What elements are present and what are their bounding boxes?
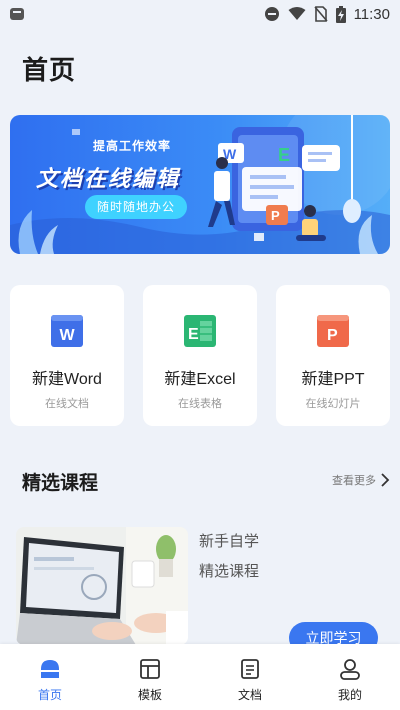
laptop-photo xyxy=(16,527,188,645)
app-notification-icon xyxy=(10,8,24,20)
page-title: 首页 xyxy=(22,56,77,86)
banner-tagline: 随时随地办公 xyxy=(85,195,187,219)
bottom-nav: 首页 模板 文档 我的 xyxy=(0,644,400,710)
svg-text:P: P xyxy=(327,327,338,344)
promo-banner[interactable]: W E P 提高工作效率 文档在线编辑 随时随地办公 xyxy=(10,115,390,254)
do-not-disturb-icon xyxy=(264,7,279,21)
banner-subtitle: 提高工作效率 xyxy=(93,139,172,153)
nav-label: 模板 xyxy=(137,688,162,702)
new-ppt-card[interactable]: P 新建PPT 在线幻灯片 xyxy=(276,285,390,426)
nav-item-home[interactable]: 首页 xyxy=(0,644,100,710)
see-more-label: 查看更多 xyxy=(332,474,376,487)
card-subtitle: 在线文档 xyxy=(45,397,89,410)
card-subtitle: 在线表格 xyxy=(178,397,222,410)
chevron-right-icon xyxy=(381,473,390,487)
nav-item-documents[interactable]: 文档 xyxy=(200,644,300,710)
svg-text:W: W xyxy=(60,327,76,344)
course-title-line2: 精选课程 xyxy=(199,562,260,580)
template-icon xyxy=(140,659,160,679)
nav-item-templates[interactable]: 模板 xyxy=(100,644,200,710)
nav-label: 我的 xyxy=(337,688,362,702)
svg-text:E: E xyxy=(278,145,290,165)
svg-text:E: E xyxy=(188,326,199,343)
wifi-icon xyxy=(288,7,306,20)
ppt-icon: P xyxy=(317,315,349,347)
card-label: 新建Word xyxy=(32,371,102,388)
status-bar: 11:30 xyxy=(0,0,400,28)
nav-label: 文档 xyxy=(237,688,262,702)
nav-label: 首页 xyxy=(37,688,62,702)
card-subtitle: 在线幻灯片 xyxy=(305,397,361,410)
banner-title: 文档在线编辑 xyxy=(36,167,181,192)
word-icon: W xyxy=(51,315,83,347)
svg-text:P: P xyxy=(271,208,280,223)
document-icon xyxy=(241,659,259,679)
card-label: 新建Excel xyxy=(164,371,236,388)
see-more-link[interactable]: 查看更多 xyxy=(332,472,390,488)
new-word-card[interactable]: W 新建Word 在线文档 xyxy=(10,285,124,426)
section-title: 精选课程 xyxy=(22,472,99,494)
new-excel-card[interactable]: E 新建Excel 在线表格 xyxy=(143,285,257,426)
home-icon xyxy=(41,660,59,678)
course-title-line1: 新手自学 xyxy=(199,532,260,550)
course-thumbnail[interactable] xyxy=(16,527,188,645)
card-label: 新建PPT xyxy=(301,371,365,388)
profile-icon xyxy=(340,659,360,680)
excel-icon: E xyxy=(184,315,216,347)
clock: 11:30 xyxy=(353,5,390,23)
no-sim-icon xyxy=(313,6,328,22)
nav-item-profile[interactable]: 我的 xyxy=(300,644,400,710)
battery-charging-icon xyxy=(335,5,346,23)
